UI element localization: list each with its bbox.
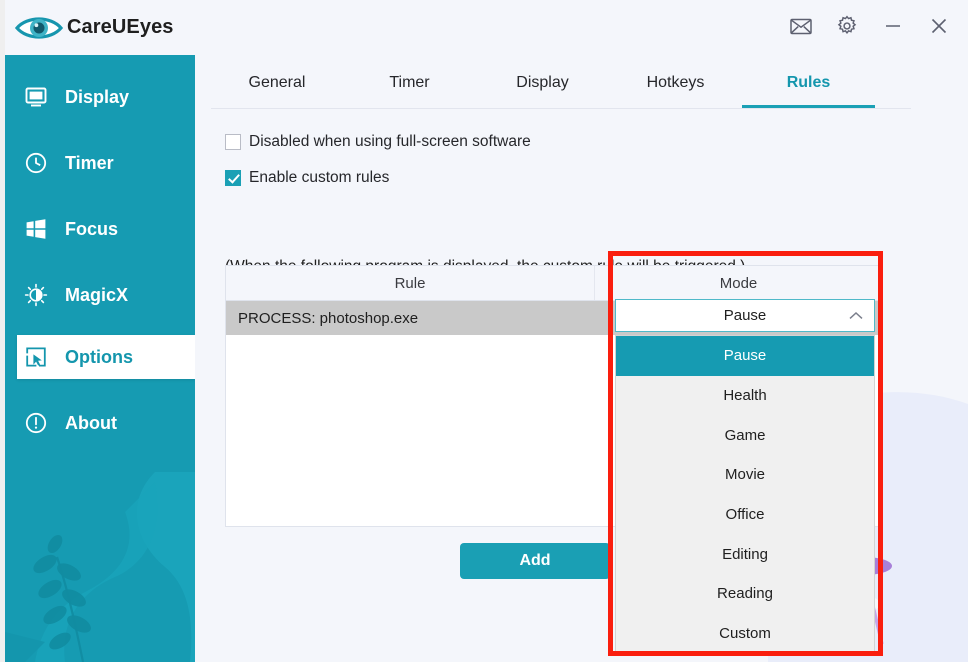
brightness-icon — [23, 282, 49, 308]
sidebar-item-label: Options — [65, 347, 133, 368]
close-icon — [928, 15, 950, 42]
column-header-rule[interactable]: Rule — [226, 266, 595, 300]
close-button[interactable] — [916, 6, 962, 50]
info-circle-icon — [23, 410, 49, 436]
tab-timer[interactable]: Timer — [343, 60, 476, 106]
sidebar-item-label: About — [65, 413, 117, 434]
enable-custom-rules-checkbox[interactable] — [225, 170, 241, 186]
enable-custom-rules-checkbox-row[interactable]: Enable custom rules — [225, 169, 389, 187]
sidebar: Display Timer — [5, 55, 195, 662]
cursor-box-icon — [23, 344, 49, 370]
tab-bar-divider — [211, 108, 911, 109]
enable-custom-rules-label: Enable custom rules — [249, 169, 389, 187]
tab-label: General — [249, 74, 306, 92]
table-header-row: Rule Mode — [226, 266, 882, 301]
dropdown-option-pause[interactable]: Pause — [616, 336, 874, 376]
dropdown-option-editing[interactable]: Editing — [616, 534, 874, 574]
tab-hotkeys[interactable]: Hotkeys — [609, 60, 742, 106]
monitor-icon — [23, 84, 49, 110]
minimize-icon — [882, 15, 904, 42]
dropdown-option-custom[interactable]: Custom — [616, 614, 874, 654]
mode-combobox-value: Pause — [616, 307, 874, 324]
tab-label: Hotkeys — [647, 74, 705, 92]
tab-label: Timer — [389, 74, 429, 92]
tab-label: Rules — [787, 74, 831, 92]
dropdown-option-game[interactable]: Game — [616, 415, 874, 455]
windows-grid-icon — [23, 216, 49, 242]
mail-icon — [790, 17, 812, 40]
tab-bar: General Timer Display Hotkeys Rules — [211, 60, 911, 108]
sidebar-item-about[interactable]: About — [5, 401, 195, 445]
cell-rule: PROCESS: photoshop.exe — [226, 301, 606, 335]
gear-icon — [836, 15, 858, 42]
settings-button[interactable] — [824, 6, 870, 50]
fullscreen-disable-label: Disabled when using full-screen software — [249, 133, 531, 151]
sidebar-item-options[interactable]: Options — [17, 335, 195, 379]
careueyes-window: CareUEyes — [5, 0, 968, 662]
tab-rules[interactable]: Rules — [742, 60, 875, 106]
mode-combobox[interactable]: Pause — [615, 299, 875, 332]
tab-label: Display — [516, 74, 568, 92]
sidebar-item-display[interactable]: Display — [5, 75, 195, 119]
sidebar-item-label: Timer — [65, 153, 114, 174]
column-header-mode[interactable]: Mode — [595, 266, 882, 300]
sidebar-item-label: MagicX — [65, 285, 128, 306]
tab-display[interactable]: Display — [476, 60, 609, 106]
feedback-mail-button[interactable] — [778, 6, 824, 50]
fullscreen-disable-checkbox[interactable] — [225, 134, 241, 150]
dropdown-option-reading[interactable]: Reading — [616, 574, 874, 614]
dropdown-option-movie[interactable]: Movie — [616, 455, 874, 495]
sidebar-leaf-decoration — [5, 472, 195, 662]
add-button[interactable]: Add — [460, 543, 610, 579]
title-bar: CareUEyes — [5, 0, 968, 55]
sidebar-item-label: Display — [65, 87, 129, 108]
clock-icon — [23, 150, 49, 176]
window-controls — [778, 6, 962, 50]
sidebar-item-label: Focus — [65, 219, 118, 240]
dropdown-option-office[interactable]: Office — [616, 495, 874, 535]
mode-dropdown-list[interactable]: Pause Health Game Movie Office Editing R… — [615, 335, 875, 653]
eye-icon — [13, 12, 65, 44]
minimize-button[interactable] — [870, 6, 916, 50]
dropdown-option-health[interactable]: Health — [616, 376, 874, 416]
page-title: CareUEyes — [67, 16, 174, 39]
app-root: CareUEyes — [0, 0, 968, 662]
sidebar-item-magicx[interactable]: MagicX — [5, 273, 195, 317]
sidebar-item-focus[interactable]: Focus — [5, 207, 195, 251]
sidebar-item-timer[interactable]: Timer — [5, 141, 195, 185]
tab-general[interactable]: General — [211, 60, 343, 106]
fullscreen-disable-checkbox-row[interactable]: Disabled when using full-screen software — [225, 133, 531, 151]
chevron-up-icon — [848, 311, 864, 321]
